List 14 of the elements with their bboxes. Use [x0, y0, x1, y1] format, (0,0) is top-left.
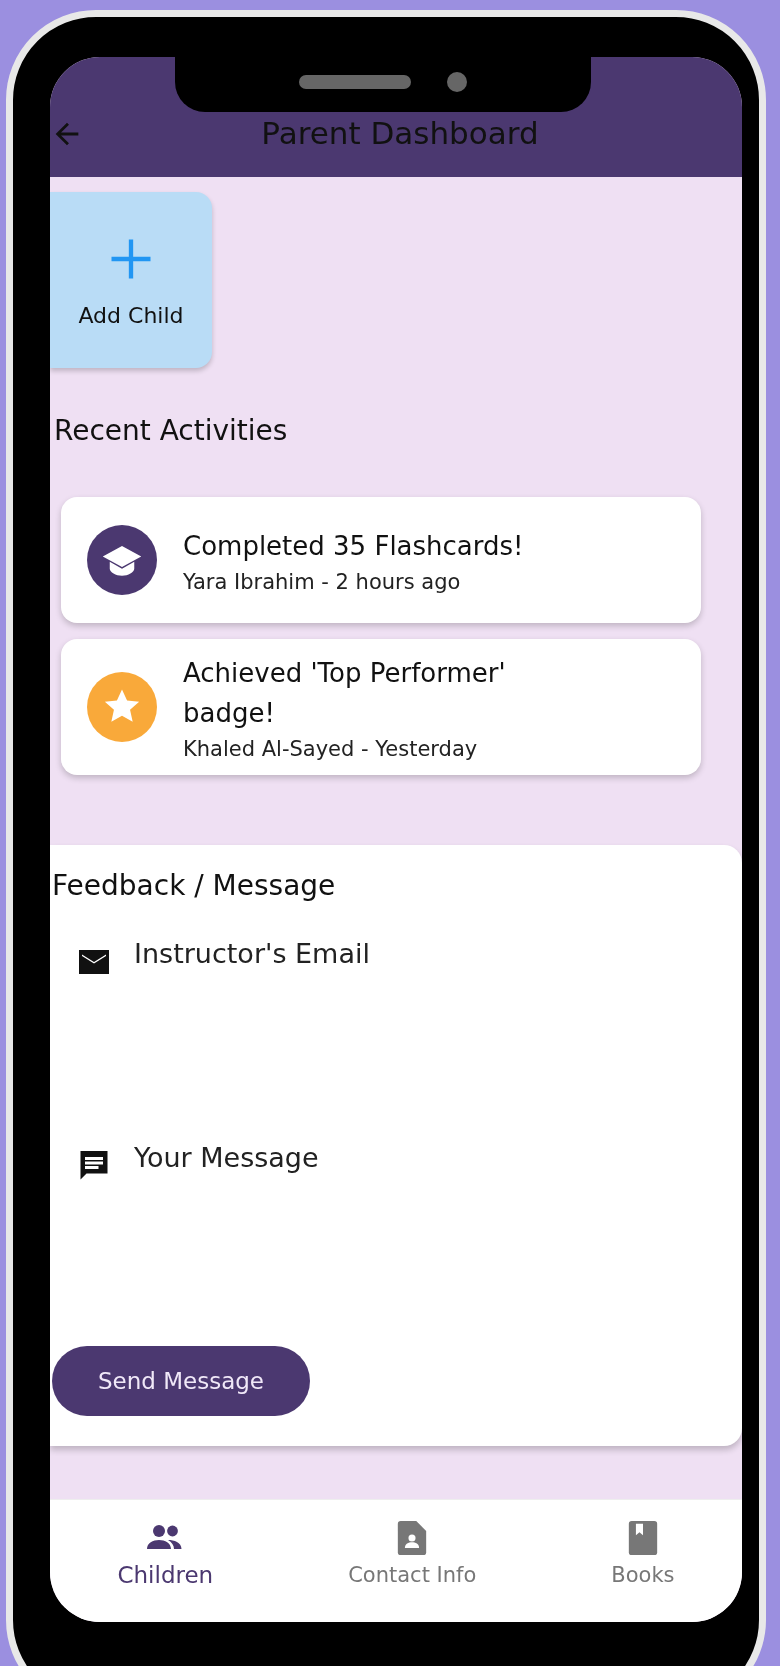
send-message-button[interactable]: Send Message	[52, 1346, 310, 1416]
section-heading: Recent Activities	[54, 414, 288, 447]
section-heading: Feedback / Message	[52, 869, 337, 902]
nav-tab[interactable]: Contact Info	[348, 1521, 477, 1587]
input-field[interactable]: Instructor's Email	[134, 938, 712, 998]
screen-title: Parent Dashboard	[260, 115, 540, 151]
input-field[interactable]: Your Message	[134, 1142, 712, 1202]
activity-subtitle: Yara Ibrahim - 2 hours ago	[183, 570, 462, 594]
add-child-button[interactable]: Add Child	[50, 192, 212, 368]
activity-subtitle: Khaled Al-Sayed - Yesterday	[183, 737, 479, 761]
nav-tab[interactable]: Books	[611, 1521, 675, 1587]
nav-tab[interactable]: Children	[117, 1520, 214, 1588]
activity-title: Achieved 'Top Performer' badge!	[183, 657, 507, 730]
activity-title: Completed 35 Flashcards!	[183, 530, 524, 563]
